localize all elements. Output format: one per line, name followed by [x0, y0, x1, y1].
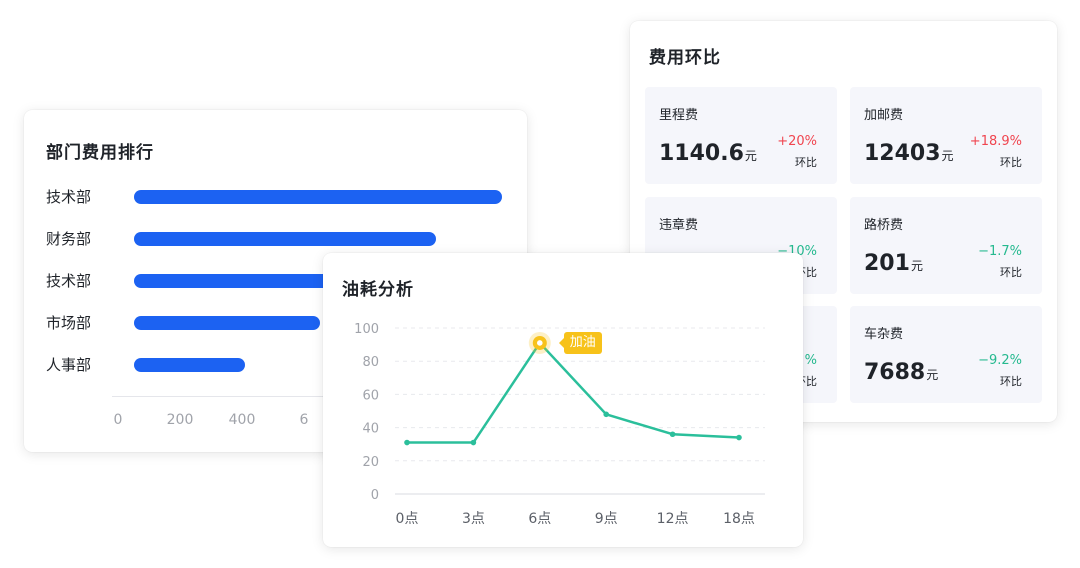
- expense-mom-label: 环比: [795, 156, 817, 169]
- fuel-analysis-card: 油耗分析 0 20 40 60 80 100 0点 3点 6点 9点 12点 18点 加油: [323, 253, 803, 547]
- fuel-data-point: [404, 439, 410, 446]
- expense-change-pct: +20%: [777, 134, 817, 149]
- expense-unit: 元: [926, 368, 939, 382]
- expense-name: 加邮费: [864, 108, 904, 123]
- dept-bar: [134, 190, 502, 204]
- expense-tile: 车杂费 7688元 −9.2% 环比: [850, 306, 1042, 403]
- fuel-x-tick: 0点: [396, 511, 419, 527]
- dept-axis-tick: 200: [166, 412, 194, 428]
- expense-change-pct: %: [804, 353, 817, 368]
- fuel-x-tick: 18点: [723, 511, 755, 527]
- expense-number: 7688: [864, 360, 926, 385]
- fuel-line-chart: 0 20 40 60 80 100 0点 3点 6点 9点 12点 18点: [354, 322, 765, 527]
- expense-change-pct: −9.2%: [978, 353, 1022, 368]
- fuel-data-point: [603, 411, 609, 418]
- expense-name: 违章费: [659, 218, 699, 233]
- expense-name: 里程费: [659, 108, 699, 123]
- refuel-marker-core: [537, 340, 543, 346]
- dept-row: 技术部: [46, 186, 516, 208]
- expense-tile: 加邮费 12403元 +18.9% 环比: [850, 87, 1042, 184]
- expense-value: 7688元: [864, 360, 938, 385]
- mom-card-title: 费用环比: [649, 48, 721, 68]
- fuel-y-tick: 0: [371, 488, 379, 503]
- expense-mom-label: 环比: [1000, 156, 1022, 169]
- dept-label: 财务部: [46, 230, 92, 248]
- fuel-data-point: [736, 434, 742, 441]
- dept-axis-tick: 400: [228, 412, 256, 428]
- fuel-data-point: [470, 439, 477, 446]
- fuel-y-tick: 80: [362, 355, 379, 370]
- expense-unit: 元: [744, 149, 757, 163]
- fuel-x-tick: 12点: [657, 511, 689, 527]
- expense-number: 1140.6: [659, 141, 744, 166]
- expense-unit: 元: [941, 149, 954, 163]
- dept-bar: [134, 316, 320, 330]
- fuel-y-tick: 40: [362, 422, 379, 437]
- expense-mom-label: 环比: [1000, 375, 1022, 388]
- fuel-x-tick: 3点: [462, 511, 485, 527]
- expense-value: 1140.6元: [659, 141, 757, 166]
- fuel-y-tick: 20: [362, 455, 379, 470]
- expense-tile: 里程费 1140.6元 +20% 环比: [645, 87, 837, 184]
- refuel-flag: 加油: [558, 331, 602, 354]
- dept-bar: [134, 232, 436, 246]
- fuel-x-tick: 9点: [595, 511, 618, 527]
- expense-value: 12403元: [864, 141, 954, 166]
- expense-name: 车杂费: [864, 327, 904, 342]
- dept-axis-tick: 6: [299, 412, 309, 428]
- expense-value: 201元: [864, 251, 923, 276]
- fuel-x-tick: 6点: [528, 511, 551, 527]
- dept-row: 财务部: [46, 228, 516, 250]
- dept-label: 技术部: [46, 272, 92, 290]
- dept-card-title: 部门费用排行: [46, 143, 154, 163]
- dept-label: 人事部: [46, 356, 92, 374]
- dept-label: 市场部: [46, 314, 92, 332]
- expense-change-pct: +18.9%: [969, 134, 1022, 149]
- fuel-y-tick: 100: [354, 322, 379, 337]
- expense-number: 12403: [864, 141, 941, 166]
- expense-number: 201: [864, 251, 910, 276]
- fuel-data-point: [669, 431, 676, 438]
- fuel-y-tick: 60: [362, 388, 379, 403]
- expense-mom-label: 环比: [1000, 266, 1022, 279]
- dept-label: 技术部: [46, 188, 92, 206]
- expense-tile: 路桥费 201元 −1.7% 环比: [850, 197, 1042, 294]
- dept-bar: [134, 358, 246, 372]
- expense-name: 路桥费: [864, 218, 904, 233]
- expense-change-pct: −1.7%: [978, 244, 1022, 259]
- expense-unit: 元: [910, 259, 923, 273]
- dept-axis-tick: 0: [113, 412, 123, 428]
